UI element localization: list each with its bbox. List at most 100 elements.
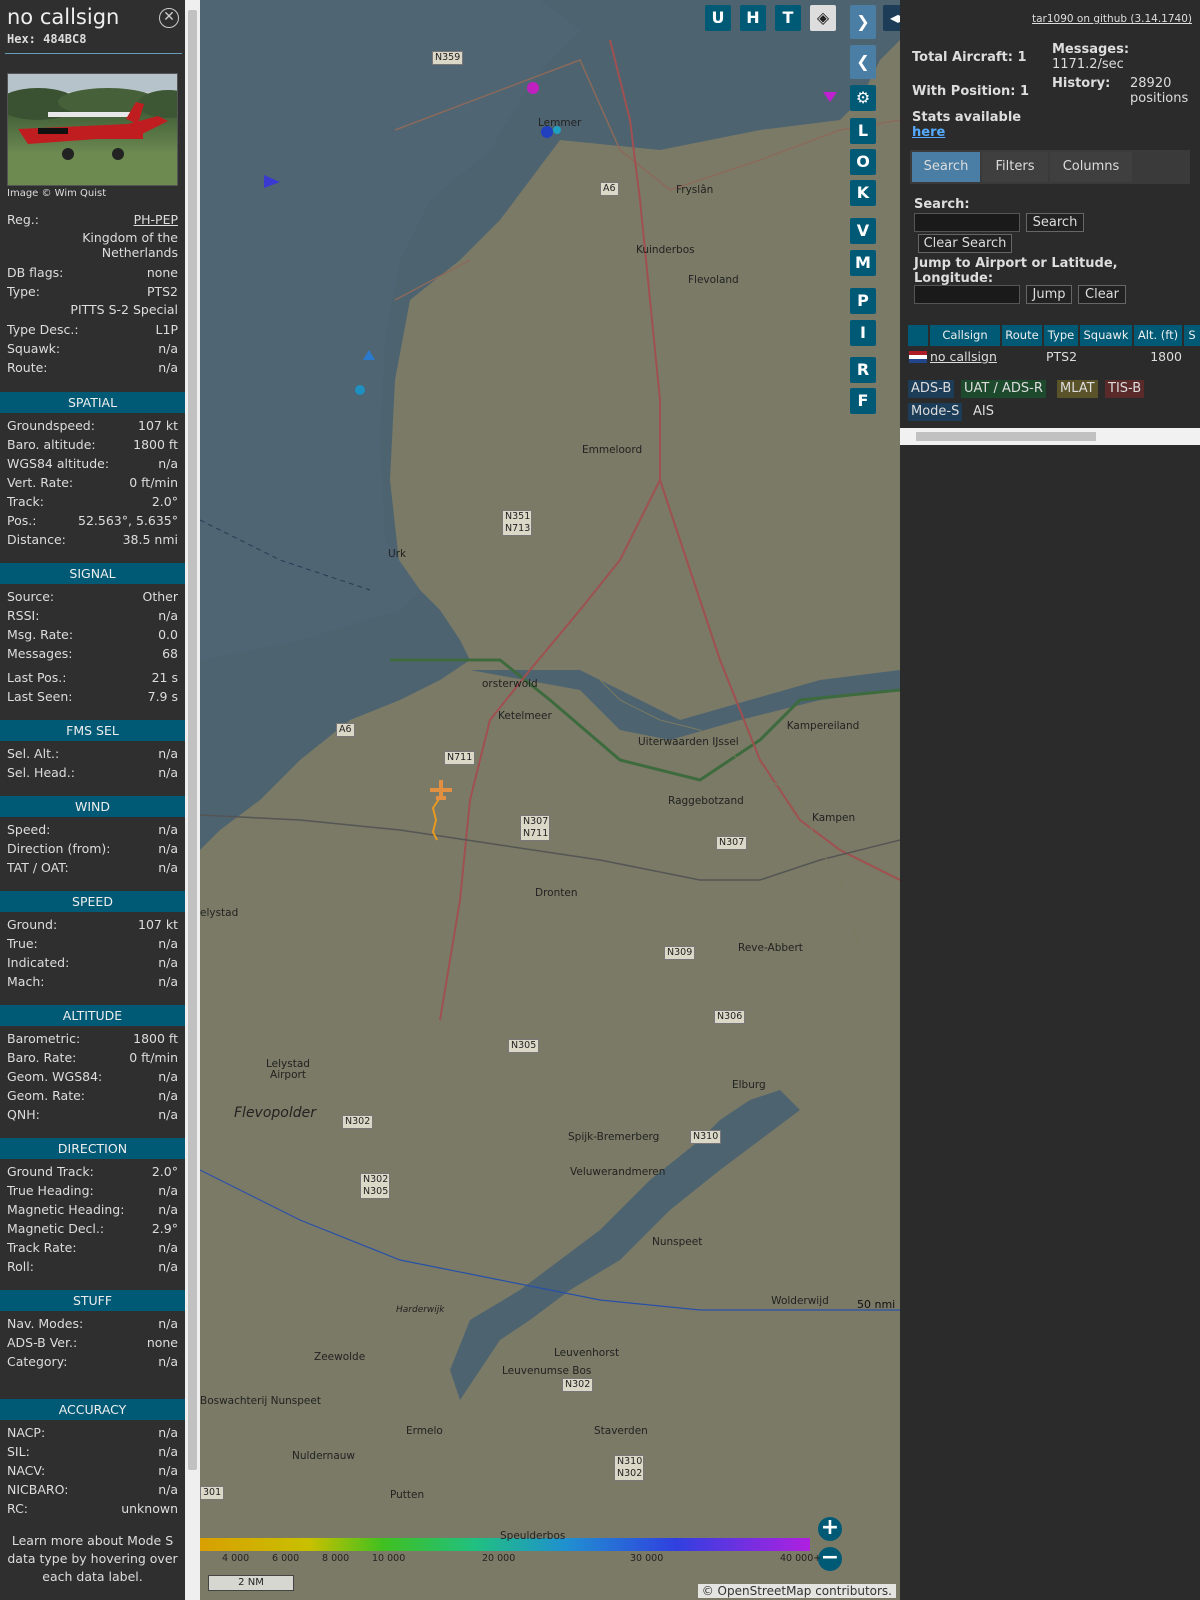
data-label[interactable]: Groundspeed: <box>7 418 95 434</box>
th-type[interactable]: Type <box>1044 325 1078 346</box>
data-label[interactable]: Ground: <box>7 917 57 933</box>
data-label[interactable]: Last Seen: <box>7 689 72 705</box>
map-view[interactable]: U H T ◈ ❯ ❮ ◂▸ ⚙ + − 4 000 6 000 8 000 10 0… <box>200 0 900 1600</box>
table-horizontal-scrollbar[interactable] <box>900 428 1200 445</box>
info-value: L1P <box>155 322 178 337</box>
button-h[interactable]: H <box>740 5 766 31</box>
button-r[interactable]: R <box>850 357 876 383</box>
zoom-out-icon[interactable]: − <box>818 1547 842 1571</box>
jump-input[interactable] <box>914 285 1020 304</box>
data-label[interactable]: Speed: <box>7 822 50 838</box>
data-label[interactable]: Messages: <box>7 646 73 662</box>
layers-icon[interactable]: ◈ <box>810 5 836 31</box>
aircraft-photo[interactable] <box>7 73 178 186</box>
data-label[interactable]: NACP: <box>7 1425 45 1441</box>
data-value: n/a <box>158 1354 178 1369</box>
map-place-label: Wolderwijd <box>771 1295 829 1307</box>
data-label[interactable]: Sel. Head.: <box>7 765 75 781</box>
data-label[interactable]: SIL: <box>7 1444 30 1460</box>
data-value: 68 <box>162 646 178 661</box>
map-attribution[interactable]: © OpenStreetMap contributors. <box>697 1584 896 1598</box>
search-button[interactable]: Search <box>1026 213 1084 232</box>
data-label[interactable]: ADS-B Ver.: <box>7 1335 77 1351</box>
info-value[interactable]: PH-PEP <box>134 212 178 228</box>
data-label[interactable]: RC: <box>7 1501 28 1517</box>
close-icon[interactable]: ✕ <box>159 8 179 28</box>
clear-button[interactable]: Clear <box>1078 285 1126 304</box>
data-label[interactable]: True Heading: <box>7 1183 94 1199</box>
info-key: DB flags: <box>7 265 64 280</box>
tab-search[interactable]: Search <box>912 152 980 182</box>
scrollbar-thumb[interactable] <box>188 10 197 1470</box>
data-value: n/a <box>158 1240 178 1255</box>
zoom-in-icon[interactable]: + <box>818 1517 842 1541</box>
data-label[interactable]: Pos.: <box>7 513 36 529</box>
data-label[interactable]: TAT / OAT: <box>7 860 69 876</box>
data-label[interactable]: Magnetic Decl.: <box>7 1221 104 1237</box>
data-label[interactable]: Barometric: <box>7 1031 80 1047</box>
data-label[interactable]: WGS84 altitude: <box>7 456 109 472</box>
data-label[interactable]: Ground Track: <box>7 1164 94 1180</box>
button-u[interactable]: U <box>705 5 731 31</box>
data-label[interactable]: Roll: <box>7 1259 34 1275</box>
data-label[interactable]: Category: <box>7 1354 67 1370</box>
tab-filters[interactable]: Filters <box>982 152 1048 182</box>
data-label[interactable]: NICBARO: <box>7 1482 68 1498</box>
data-value: n/a <box>158 1425 178 1440</box>
button-i[interactable]: I <box>850 320 876 346</box>
data-label[interactable]: NACV: <box>7 1463 45 1479</box>
with-position: With Position: 1 <box>912 84 1030 99</box>
button-t[interactable]: T <box>775 5 801 31</box>
scrollbar-thumb[interactable] <box>916 432 1096 441</box>
map-place-label: Flevoland <box>688 274 739 286</box>
data-label[interactable]: Last Pos.: <box>7 670 66 686</box>
data-label[interactable]: Track Rate: <box>7 1240 77 1256</box>
button-p[interactable]: P <box>850 288 876 314</box>
button-l[interactable]: L <box>850 118 876 144</box>
button-v[interactable]: V <box>850 218 876 244</box>
clear-search-button[interactable]: Clear Search <box>918 234 1012 253</box>
data-label[interactable]: Baro. Rate: <box>7 1050 76 1066</box>
data-label[interactable]: True: <box>7 936 38 952</box>
search-input[interactable] <box>914 213 1020 232</box>
data-label[interactable]: Sel. Alt.: <box>7 746 59 762</box>
jump-button[interactable]: Jump <box>1026 285 1072 304</box>
data-label[interactable]: Indicated: <box>7 955 69 971</box>
tab-columns[interactable]: Columns <box>1050 152 1132 182</box>
data-label[interactable]: Nav. Modes: <box>7 1316 83 1332</box>
data-label[interactable]: RSSI: <box>7 608 39 624</box>
toggle-sidebar-icon[interactable]: ◂▸ <box>883 5 900 31</box>
th-route[interactable]: Route <box>1002 325 1042 346</box>
data-label[interactable]: Distance: <box>7 532 66 548</box>
data-label[interactable]: Source: <box>7 589 54 605</box>
settings-gear-icon[interactable]: ⚙ <box>850 85 876 111</box>
th-squawk[interactable]: Squawk <box>1080 325 1132 346</box>
th-altitude[interactable]: Alt. (ft) <box>1134 325 1182 346</box>
data-label[interactable]: Msg. Rate: <box>7 627 73 643</box>
data-value: 107 kt <box>138 917 178 932</box>
stats-link[interactable]: here <box>912 125 945 140</box>
data-label[interactable]: Mach: <box>7 974 44 990</box>
expand-panel-icon[interactable]: ❯ <box>850 5 876 39</box>
data-label[interactable]: Magnetic Heading: <box>7 1202 124 1218</box>
button-k[interactable]: K <box>850 180 876 206</box>
data-label[interactable]: Vert. Rate: <box>7 475 73 491</box>
button-m[interactable]: M <box>850 250 876 276</box>
github-link[interactable]: tar1090 on github (3.14.1740) <box>1032 13 1192 25</box>
data-label[interactable]: Geom. Rate: <box>7 1088 85 1104</box>
data-label[interactable]: Direction (from): <box>7 841 111 857</box>
panel-scrollbar[interactable] <box>185 0 200 1600</box>
data-label[interactable]: Baro. altitude: <box>7 437 96 453</box>
data-value: n/a <box>158 1107 178 1122</box>
button-f[interactable]: F <box>850 388 876 414</box>
button-o[interactable]: O <box>850 149 876 175</box>
th-callsign[interactable]: Callsign <box>930 325 1000 346</box>
row-callsign[interactable]: no callsign <box>930 348 997 366</box>
data-label[interactable]: Geom. WGS84: <box>7 1069 102 1085</box>
data-value: n/a <box>158 860 178 875</box>
collapse-panel-icon[interactable]: ❮ <box>850 45 876 79</box>
legend-modes: Mode-S <box>908 403 963 421</box>
data-label[interactable]: QNH: <box>7 1107 40 1123</box>
data-label[interactable]: Track: <box>7 494 44 510</box>
th-speed[interactable]: S <box>1184 325 1200 346</box>
